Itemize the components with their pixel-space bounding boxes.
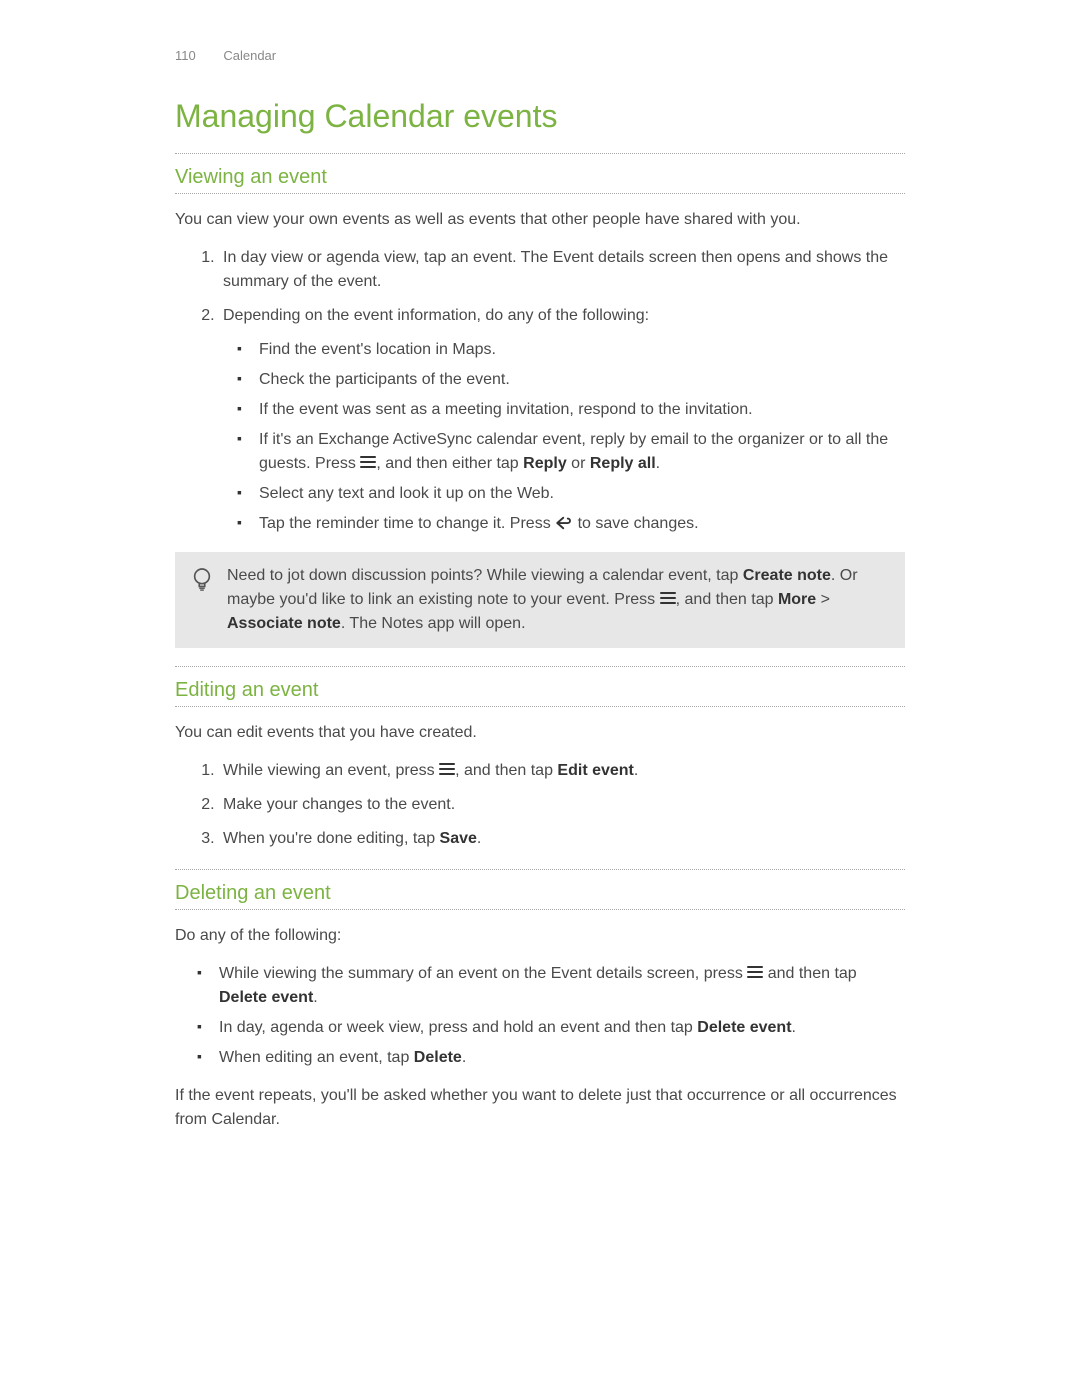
bullet-item: In day, agenda or week view, press and h… [197,1016,905,1040]
callout-text: Need to jot down discussion points? Whil… [227,564,889,636]
menu-icon [747,966,763,980]
page-header: 110 Calendar [175,48,905,63]
header-section: Calendar [223,48,276,63]
bullet-text: . [313,989,317,1006]
reply-label: Reply [523,455,567,472]
step-text: , and then tap [455,762,557,779]
bullet-text: . [792,1019,796,1036]
editing-section: Editing an event You can edit events tha… [175,666,905,851]
page-number: 110 [175,48,196,63]
bullet-item: When editing an event, tap Delete. [197,1046,905,1070]
step-text: . [477,830,481,847]
bullet-item: If the event was sent as a meeting invit… [237,398,905,422]
bullet-text: Tap the reminder time to change it. Pres… [259,515,555,532]
step-text: When you're done editing, tap [223,830,440,847]
document-page: 110 Calendar Managing Calendar events Vi… [0,0,1080,1132]
divider [175,666,905,667]
bullet-text: . [656,455,660,472]
step-item: Depending on the event information, do a… [219,304,905,536]
bullet-text: , and then either tap [376,455,523,472]
step-item: When you're done editing, tap Save. [219,827,905,851]
bullet-item: While viewing the summary of an event on… [197,962,905,1010]
deleting-outro: If the event repeats, you'll be asked wh… [175,1084,905,1132]
step-item: In day view or agenda view, tap an event… [219,246,905,294]
tip-callout: Need to jot down discussion points? Whil… [175,552,905,648]
bullet-item: Tap the reminder time to change it. Pres… [237,512,905,536]
bullet-text: and then tap [763,965,856,982]
lightbulb-icon [191,566,213,594]
step-text: Depending on the event information, do a… [223,307,649,324]
callout-part: Need to jot down discussion points? Whil… [227,567,743,584]
page-title: Managing Calendar events [175,98,905,135]
reply-all-label: Reply all [590,455,656,472]
deleting-section: Deleting an event Do any of the followin… [175,869,905,1132]
bullet-text: or [567,455,590,472]
deleting-intro: Do any of the following: [175,924,905,948]
viewing-steps: In day view or agenda view, tap an event… [197,246,905,536]
callout-part: , and then tap [676,591,778,608]
step-text: While viewing an event, press [223,762,439,779]
bullet-text: . [462,1049,466,1066]
divider [175,193,905,194]
step-item: While viewing an event, press , and then… [219,759,905,783]
create-note-label: Create note [743,567,831,584]
bullet-item: If it's an Exchange ActiveSync calendar … [237,428,905,476]
viewing-intro: You can view your own events as well as … [175,208,905,232]
menu-icon [360,456,376,470]
delete-event-label: Delete event [697,1019,791,1036]
menu-icon [660,592,676,606]
bullet-item: Check the participants of the event. [237,368,905,392]
heading-editing: Editing an event [175,679,905,702]
divider [175,706,905,707]
editing-intro: You can edit events that you have create… [175,721,905,745]
divider [175,909,905,910]
bullet-text: to save changes. [573,515,698,532]
divider [175,153,905,154]
edit-event-label: Edit event [557,762,633,779]
bullet-text: While viewing the summary of an event on… [219,965,747,982]
associate-note-label: Associate note [227,615,341,632]
viewing-bullets: Find the event's location in Maps. Check… [237,338,905,536]
divider [175,869,905,870]
save-label: Save [440,830,477,847]
step-text: . [634,762,638,779]
back-arrow-icon [555,515,573,531]
more-label: More [778,591,816,608]
step-item: Make your changes to the event. [219,793,905,817]
bullet-text: In day, agenda or week view, press and h… [219,1019,697,1036]
heading-viewing: Viewing an event [175,166,905,189]
menu-icon [439,763,455,777]
heading-deleting: Deleting an event [175,882,905,905]
delete-event-label: Delete event [219,989,313,1006]
bullet-text: When editing an event, tap [219,1049,414,1066]
callout-part: . The Notes app will open. [341,615,526,632]
bullet-item: Find the event's location in Maps. [237,338,905,362]
delete-label: Delete [414,1049,462,1066]
bullet-item: Select any text and look it up on the We… [237,482,905,506]
callout-part: > [816,591,830,608]
editing-steps: While viewing an event, press , and then… [197,759,905,851]
deleting-bullets: While viewing the summary of an event on… [197,962,905,1070]
